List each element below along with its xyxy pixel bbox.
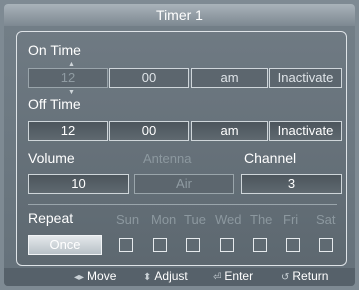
return-hint-label: Return	[292, 269, 329, 283]
off-time-ampm-field[interactable]: am	[191, 121, 268, 141]
on-time-hour-field[interactable]: 12	[28, 68, 108, 88]
timer-settings-panel: On Time ▲ 12 ▼ 00 am Inactivate Off Time…	[16, 31, 347, 266]
move-hint-label: Move	[87, 269, 117, 283]
day-label-wed: Wed	[215, 212, 242, 227]
enter-icon: ⏎	[213, 272, 222, 283]
return-hint: ↺ Return	[281, 269, 328, 283]
enter-hint-label: Enter	[224, 269, 254, 283]
repeat-field[interactable]: Once	[28, 235, 102, 255]
day-label-mon: Mon	[151, 212, 177, 227]
enter-hint: ⏎ Enter	[213, 269, 253, 283]
on-time-minute-field[interactable]: 00	[109, 68, 189, 88]
day-checkbox-mon[interactable]	[153, 238, 167, 252]
adjust-hint: ⬍ Adjust	[143, 269, 188, 283]
dialog-title: Timer 1	[4, 4, 355, 26]
off-time-minute-field[interactable]: 00	[109, 121, 189, 141]
antenna-field: Air	[134, 174, 234, 194]
on-time-activation-field[interactable]: Inactivate	[269, 68, 342, 88]
return-icon: ↺	[281, 272, 290, 283]
channel-field[interactable]: 3	[241, 174, 342, 194]
divider	[28, 204, 337, 205]
off-time-label: Off Time	[28, 96, 81, 112]
day-label-fri: Fri	[283, 212, 299, 227]
move-hint: ◂▸ Move	[74, 269, 116, 283]
day-checkbox-wed[interactable]	[220, 238, 234, 252]
down-arrow-icon: ▼	[68, 89, 75, 96]
day-label-sat: Sat	[316, 212, 336, 227]
volume-label: Volume	[28, 150, 75, 166]
day-checkbox-sun[interactable]	[119, 238, 133, 252]
day-checkbox-fri[interactable]	[286, 238, 300, 252]
adjust-hint-label: Adjust	[154, 269, 188, 283]
move-icon: ◂▸	[74, 272, 85, 283]
on-time-label: On Time	[28, 42, 81, 58]
day-checkbox-the[interactable]	[253, 238, 267, 252]
day-checkbox-sat[interactable]	[319, 238, 333, 252]
day-label-the: The	[250, 212, 273, 227]
channel-label: Channel	[244, 150, 297, 166]
off-time-hour-field[interactable]: 12	[28, 121, 108, 141]
antenna-label: Antenna	[143, 151, 192, 166]
day-checkbox-tue[interactable]	[186, 238, 200, 252]
adjust-icon: ⬍	[143, 272, 152, 283]
repeat-label: Repeat	[28, 210, 74, 226]
off-time-activation-field[interactable]: Inactivate	[269, 121, 342, 141]
hint-bar: ◂▸ Move ⬍ Adjust ⏎ Enter ↺ Return	[4, 268, 355, 286]
volume-field[interactable]: 10	[28, 174, 129, 194]
day-label-tue: Tue	[184, 212, 206, 227]
on-time-ampm-field[interactable]: am	[191, 68, 268, 88]
up-arrow-icon: ▲	[68, 61, 75, 68]
day-label-sun: Sun	[116, 212, 140, 227]
